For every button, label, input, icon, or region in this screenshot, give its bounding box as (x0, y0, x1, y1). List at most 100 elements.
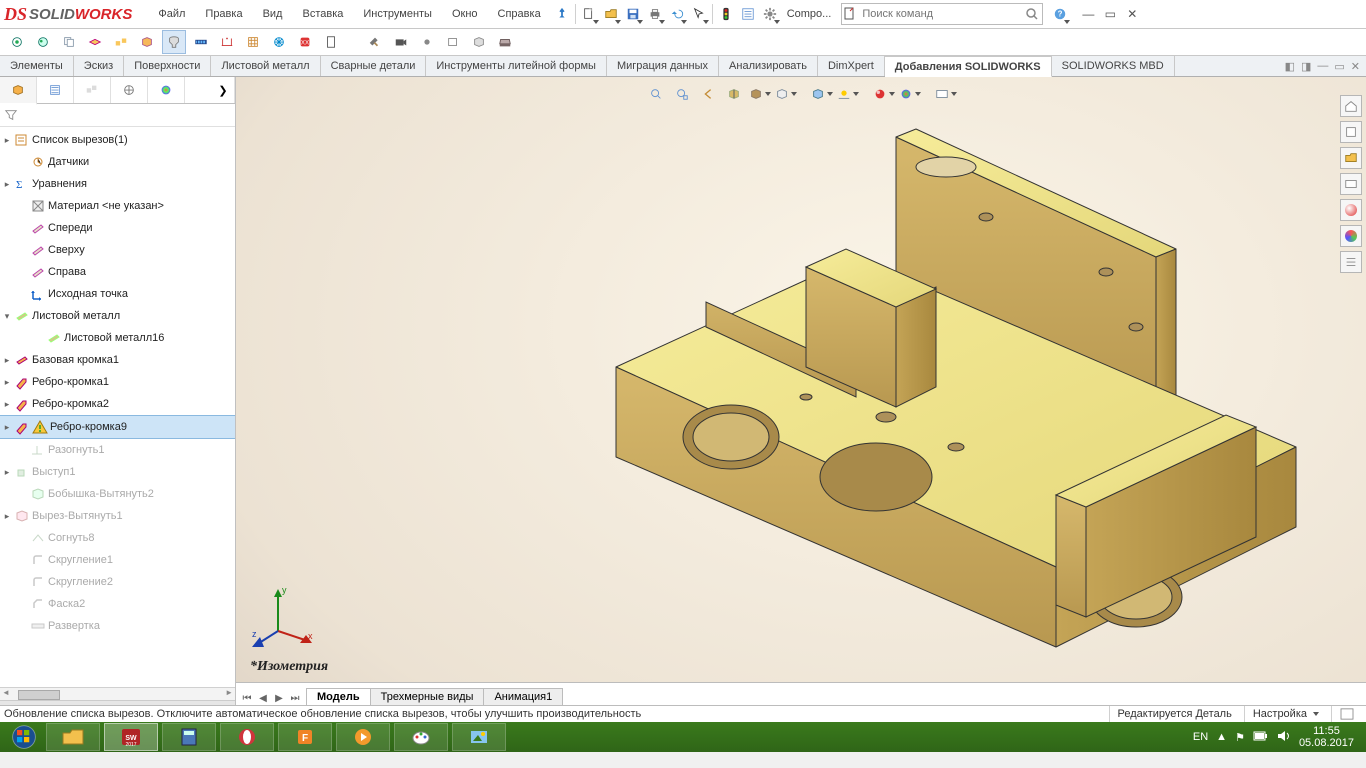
menu-окно[interactable]: Окно (442, 8, 488, 20)
tree-item-16[interactable]: Бобышка-Вытянуть2 (0, 483, 235, 505)
task-photos[interactable] (452, 723, 506, 751)
cmdtab-6[interactable]: Миграция данных (607, 56, 719, 76)
status-misc[interactable] (1331, 706, 1362, 722)
search-icon[interactable] (1024, 6, 1040, 22)
select-icon[interactable] (688, 3, 710, 25)
expander-icon[interactable]: ▸ (2, 511, 12, 522)
tb-part-icon[interactable] (84, 31, 106, 53)
menu-файл[interactable]: Файл (148, 8, 195, 20)
tree-item-19[interactable]: Скругление1 (0, 549, 235, 571)
expander-icon[interactable]: ▸ (2, 355, 12, 366)
cmdtab-5[interactable]: Инструменты литейной формы (426, 56, 607, 76)
tree-item-18[interactable]: Согнуть8 (0, 527, 235, 549)
tree-item-0[interactable]: ▸Список вырезов(1) (0, 129, 235, 151)
command-search[interactable] (841, 3, 1043, 25)
expander-icon[interactable]: ▾ (2, 311, 12, 322)
panel-split[interactable] (0, 700, 235, 705)
scene-icon[interactable] (837, 83, 859, 105)
view-orient-icon[interactable] (749, 83, 771, 105)
tray-up-icon[interactable]: ▲ (1216, 731, 1227, 743)
tree-item-1[interactable]: Датчики (0, 151, 235, 173)
tree-item-14[interactable]: Разогнуть1 (0, 439, 235, 461)
fm-tab-config[interactable] (74, 77, 111, 103)
menu-инструменты[interactable]: Инструменты (353, 8, 442, 20)
tree-item-15[interactable]: ▸Выступ1 (0, 461, 235, 483)
cmdtab-8[interactable]: DimXpert (818, 56, 885, 76)
cmdtab-2[interactable]: Поверхности (124, 56, 211, 76)
zoom-area-icon[interactable] (671, 83, 693, 105)
task-fusion[interactable]: F (278, 723, 332, 751)
doc-maximize-button[interactable]: ▭ (1334, 60, 1344, 73)
expander-icon[interactable]: ▸ (2, 467, 12, 478)
expander-icon[interactable]: ▸ (2, 377, 12, 388)
traffic-icon[interactable] (715, 3, 737, 25)
zoom-fit-icon[interactable] (645, 83, 667, 105)
expander-icon[interactable]: ▸ (2, 422, 12, 433)
view-tab-1[interactable]: Трехмерные виды (370, 688, 485, 705)
tb-gear2-icon[interactable] (416, 31, 438, 53)
tree-item-20[interactable]: Скругление2 (0, 571, 235, 593)
tb-dim-icon[interactable] (216, 31, 238, 53)
tb-drive-icon[interactable] (494, 31, 516, 53)
view-tab-2[interactable]: Анимация1 (483, 688, 563, 705)
fm-tab-appearance[interactable] (148, 77, 185, 103)
help-icon[interactable]: ? (1049, 3, 1071, 25)
tray-battery-icon[interactable] (1253, 730, 1269, 745)
tree-item-12[interactable]: ▸Ребро-кромка2 (0, 393, 235, 415)
tp-list-icon[interactable] (1340, 251, 1362, 273)
tree-item-13[interactable]: ▸Ребро-кромка9 (0, 415, 235, 439)
task-solidworks[interactable]: SW2017 (104, 723, 158, 751)
tabs-next-icon[interactable]: ▶ (272, 691, 286, 705)
cmdtab-7[interactable]: Анализировать (719, 56, 818, 76)
tp-view-icon[interactable] (1340, 173, 1362, 195)
tb-globe-icon[interactable] (6, 31, 28, 53)
tp-ball2-icon[interactable] (1340, 225, 1362, 247)
fm-tab-property[interactable] (37, 77, 74, 103)
tp-ball1-icon[interactable] (1340, 199, 1362, 221)
doc-minimize-button[interactable]: — (1317, 60, 1328, 72)
start-button[interactable] (4, 723, 44, 751)
viewport-3d[interactable]: y x z *Изометрия ⏮ ◀ ▶ ⏭ МодельТрехмерны… (236, 77, 1366, 705)
scroll-thumb[interactable] (18, 690, 60, 700)
tree-item-21[interactable]: Фаска2 (0, 593, 235, 615)
tree-item-2[interactable]: ▸ΣУравнения (0, 173, 235, 195)
tree-item-17[interactable]: ▸Вырез-Вытянуть1 (0, 505, 235, 527)
tree-item-10[interactable]: ▸Базовая кромка1 (0, 349, 235, 371)
tb-red-icon[interactable]: XX (294, 31, 316, 53)
list-icon[interactable] (737, 3, 759, 25)
tree-item-5[interactable]: Сверху (0, 239, 235, 261)
compo-menu[interactable]: Compo... (781, 0, 838, 28)
tb-frame-icon[interactable] (442, 31, 464, 53)
tb-grid-icon[interactable] (242, 31, 264, 53)
cmdtab-0[interactable]: Элементы (0, 56, 74, 76)
menu-правка[interactable]: Правка (195, 8, 252, 20)
hide-show-icon[interactable] (811, 83, 833, 105)
options-gear-icon[interactable] (759, 3, 781, 25)
close-button[interactable]: ✕ (1125, 7, 1139, 21)
doc-restore-right-icon[interactable]: ◨ (1301, 60, 1311, 73)
tb-copy-icon[interactable] (58, 31, 80, 53)
cmdtab-1[interactable]: Эскиз (74, 56, 124, 76)
tb-globe2-icon[interactable] (32, 31, 54, 53)
appearance-ball1-icon[interactable] (873, 83, 895, 105)
tree-item-22[interactable]: Развертка (0, 615, 235, 637)
doc-restore-left-icon[interactable]: ◧ (1285, 60, 1295, 73)
tabs-prev-icon[interactable]: ◀ (256, 691, 270, 705)
maximize-button[interactable]: ▭ (1103, 7, 1117, 21)
feature-filter-bar[interactable] (0, 104, 235, 127)
appearance-ball2-icon[interactable] (899, 83, 921, 105)
tray-volume-icon[interactable] (1277, 730, 1291, 745)
menu-вставка[interactable]: Вставка (292, 8, 353, 20)
tb-cube-icon[interactable] (468, 31, 490, 53)
cmdtab-3[interactable]: Листовой металл (211, 56, 320, 76)
tree-item-11[interactable]: ▸Ребро-кромка1 (0, 371, 235, 393)
save-icon[interactable] (622, 3, 644, 25)
command-search-input[interactable] (858, 8, 1036, 20)
tb-doc-icon[interactable] (320, 31, 342, 53)
tp-home-icon[interactable] (1340, 95, 1362, 117)
task-opera[interactable] (220, 723, 274, 751)
feature-tree-hscroll[interactable]: ◄ ► (0, 687, 235, 700)
fm-tab-overflow[interactable]: ❯ (212, 77, 235, 103)
tb-filter-icon[interactable] (162, 30, 186, 54)
tb-camera-icon[interactable] (390, 31, 412, 53)
